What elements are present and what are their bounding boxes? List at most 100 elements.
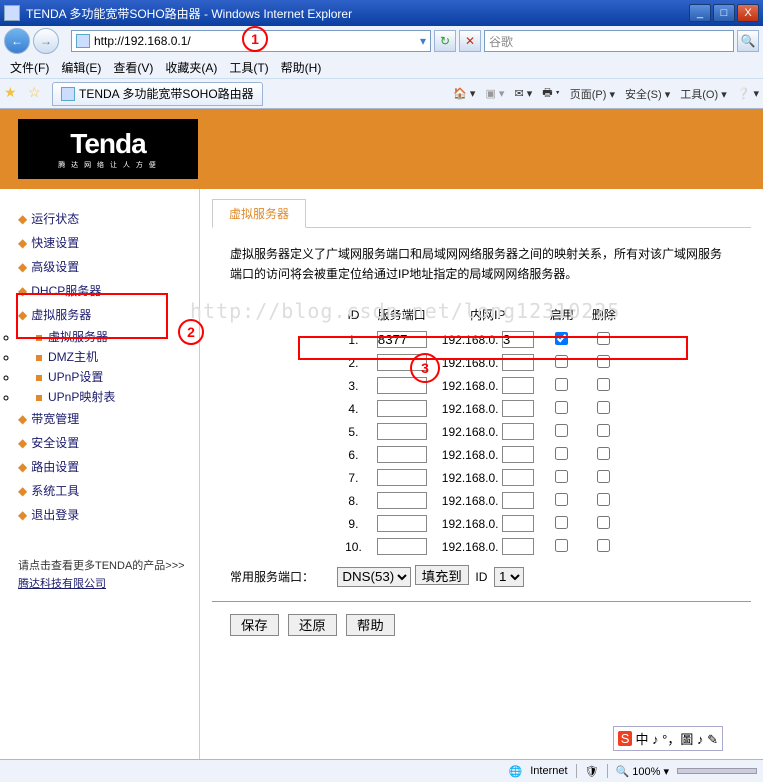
help-button[interactable]: 帮助: [346, 614, 395, 636]
sidebar-item[interactable]: 快速设置: [31, 236, 79, 250]
content-tab-active[interactable]: 虚拟服务器: [212, 199, 306, 228]
delete-checkbox[interactable]: [597, 424, 610, 437]
sidebar-subitem[interactable]: DMZ主机: [48, 350, 98, 364]
favorites-bar-icon[interactable]: ☆: [28, 84, 48, 104]
menu-help[interactable]: 帮助(H): [275, 57, 328, 78]
favorites-icon[interactable]: ★: [4, 84, 24, 104]
maximize-button[interactable]: □: [713, 4, 735, 22]
menu-file[interactable]: 文件(F): [4, 57, 55, 78]
port-input[interactable]: [377, 492, 427, 509]
ip-input[interactable]: [502, 469, 534, 486]
th-ip: 内网IP: [436, 302, 540, 327]
nav-forward-button[interactable]: →: [33, 28, 59, 54]
enable-checkbox[interactable]: [555, 424, 568, 437]
delete-checkbox[interactable]: [597, 378, 610, 391]
delete-checkbox[interactable]: [597, 470, 610, 483]
ip-input[interactable]: [502, 423, 534, 440]
menu-tools[interactable]: 工具(T): [223, 57, 274, 78]
command-bar: 🏠 ▾ ▣ ▾ ✉ ▾ 🖶 ▾ 页面(P) ▾ 安全(S) ▾ 工具(O) ▾ …: [453, 84, 759, 103]
dropdown-icon[interactable]: ▾: [420, 34, 426, 48]
minimize-button[interactable]: _: [689, 4, 711, 22]
protected-mode-icon: 🛡: [585, 765, 599, 778]
sidebar-item[interactable]: 运行状态: [31, 212, 79, 226]
search-bar[interactable]: [484, 30, 734, 52]
table-row: 7.192.168.0.: [339, 467, 624, 488]
safety-button[interactable]: 安全(S) ▾: [625, 86, 670, 102]
port-input[interactable]: [377, 446, 427, 463]
menu-view[interactable]: 查看(V): [107, 57, 159, 78]
sidebar-item[interactable]: 安全设置: [31, 436, 79, 450]
content-tabs: 虚拟服务器: [212, 199, 751, 228]
port-input[interactable]: [377, 423, 427, 440]
ip-input[interactable]: [502, 446, 534, 463]
refresh-button[interactable]: ↻: [434, 30, 456, 52]
home-button[interactable]: 🏠 ▾: [453, 87, 475, 100]
enable-checkbox[interactable]: [555, 516, 568, 529]
sidebar-item[interactable]: 路由设置: [31, 460, 79, 474]
ip-input[interactable]: [502, 492, 534, 509]
delete-checkbox[interactable]: [597, 493, 610, 506]
sidebar-subitem[interactable]: UPnP设置: [48, 370, 103, 384]
ip-input[interactable]: [502, 400, 534, 417]
common-service-row: 常用服务端口： DNS(53) 填充到 ID 1: [212, 559, 751, 593]
zoom-label[interactable]: 🔍 100% ▾: [616, 765, 669, 778]
menu-edit[interactable]: 编辑(E): [55, 57, 107, 78]
feeds-button[interactable]: ▣ ▾: [485, 87, 504, 100]
id-select[interactable]: 1: [494, 567, 524, 587]
ip-input[interactable]: [502, 515, 534, 532]
fill-button[interactable]: 填充到: [415, 565, 469, 585]
page-button[interactable]: 页面(P) ▾: [570, 86, 615, 102]
nav-back-button[interactable]: ←: [4, 28, 30, 54]
delete-checkbox[interactable]: [597, 539, 610, 552]
th-id: ID: [339, 302, 368, 327]
port-input[interactable]: [377, 538, 427, 555]
mail-button[interactable]: ✉ ▾: [514, 87, 532, 100]
enable-checkbox[interactable]: [555, 401, 568, 414]
th-del: 删除: [584, 302, 624, 327]
print-button[interactable]: 🖶 ▾: [542, 84, 560, 103]
search-input[interactable]: [489, 34, 729, 48]
delete-checkbox[interactable]: [597, 516, 610, 529]
menu-fav[interactable]: 收藏夹(A): [159, 57, 223, 78]
delete-checkbox[interactable]: [597, 401, 610, 414]
stop-button[interactable]: ✕: [459, 30, 481, 52]
help-button[interactable]: ❔ ▾: [737, 87, 759, 100]
enable-checkbox[interactable]: [555, 539, 568, 552]
promo: 请点击查看更多TENDA的产品>>> 腾达科技有限公司: [18, 557, 199, 593]
port-input[interactable]: [377, 469, 427, 486]
url-input[interactable]: [94, 34, 420, 48]
service-select[interactable]: DNS(53): [337, 567, 411, 587]
zone-label: Internet: [530, 765, 567, 777]
address-bar[interactable]: ▾: [71, 30, 431, 52]
menubar: 文件(F) 编辑(E) 查看(V) 收藏夹(A) 工具(T) 帮助(H): [0, 56, 763, 78]
table-row: 6.192.168.0.: [339, 444, 624, 465]
close-button[interactable]: X: [737, 4, 759, 22]
window-titlebar: TENDA 多功能宽带SOHO路由器 - Windows Internet Ex…: [0, 0, 763, 26]
port-input[interactable]: [377, 515, 427, 532]
th-port: 服务端口: [370, 302, 434, 327]
restore-button[interactable]: 还原: [288, 614, 337, 636]
tab-title: TENDA 多功能宽带SOHO路由器: [79, 85, 254, 102]
sidebar-item[interactable]: 带宽管理: [31, 412, 79, 426]
sidebar-item[interactable]: 系统工具: [31, 484, 79, 498]
enable-checkbox[interactable]: [555, 447, 568, 460]
enable-checkbox[interactable]: [555, 378, 568, 391]
company-link[interactable]: 腾达科技有限公司: [18, 578, 106, 590]
tab-row: ★ ☆ TENDA 多功能宽带SOHO路由器 🏠 ▾ ▣ ▾ ✉ ▾ 🖶 ▾ 页…: [0, 78, 763, 108]
sidebar-item[interactable]: 退出登录: [31, 508, 79, 522]
sidebar-subitem[interactable]: UPnP映射表: [48, 390, 115, 404]
save-button[interactable]: 保存: [230, 614, 279, 636]
sidebar-item[interactable]: 高级设置: [31, 260, 79, 274]
ime-toolbar[interactable]: S中 ♪ °，圖 ♪ ✎: [613, 726, 723, 751]
port-input[interactable]: [377, 400, 427, 417]
enable-checkbox[interactable]: [555, 470, 568, 483]
enable-checkbox[interactable]: [555, 493, 568, 506]
delete-checkbox[interactable]: [597, 447, 610, 460]
tools-button[interactable]: 工具(O) ▾: [680, 86, 726, 102]
ip-input[interactable]: [502, 538, 534, 555]
browser-tab[interactable]: TENDA 多功能宽带SOHO路由器: [52, 82, 263, 106]
ip-input[interactable]: [502, 377, 534, 394]
search-button[interactable]: 🔍: [737, 30, 759, 52]
port-input[interactable]: [377, 377, 427, 394]
zoom-slider[interactable]: [677, 768, 757, 774]
